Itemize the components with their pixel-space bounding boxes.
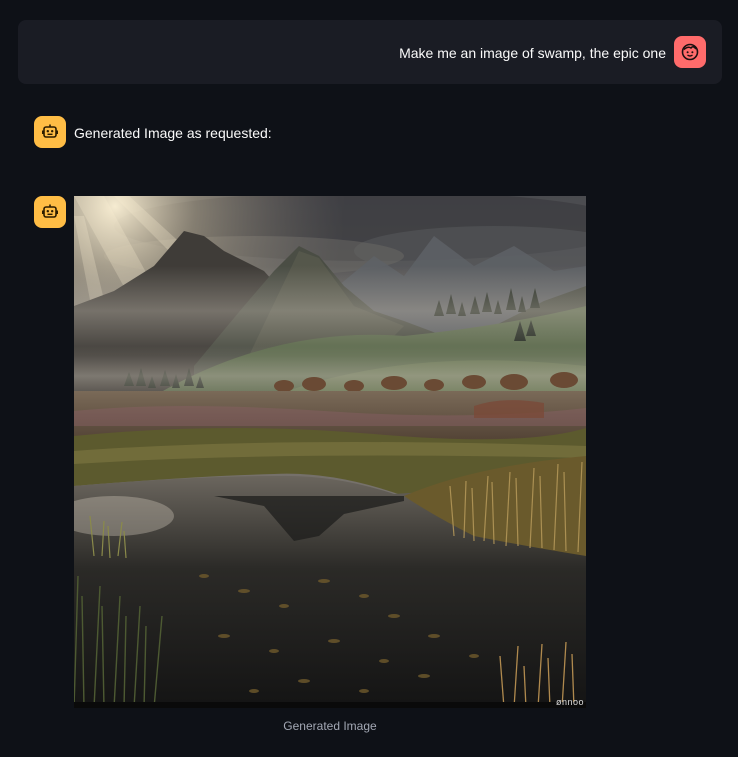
user-avatar — [674, 36, 706, 68]
generated-image[interactable]: ønnoo — [74, 196, 586, 708]
user-message: Make me an image of swamp, the epic one — [18, 20, 722, 84]
image-caption: Generated Image — [283, 719, 377, 733]
assistant-avatar — [34, 116, 66, 148]
user-face-icon — [681, 43, 699, 61]
user-message-text: Make me an image of swamp, the epic one — [399, 45, 666, 61]
assistant-message-text: Generated Image as requested: — [74, 125, 272, 141]
image-watermark: ønnoo — [555, 697, 584, 707]
generated-landscape-image — [74, 196, 586, 708]
robot-icon — [42, 204, 58, 218]
assistant-avatar — [34, 196, 66, 228]
robot-icon — [42, 124, 58, 138]
